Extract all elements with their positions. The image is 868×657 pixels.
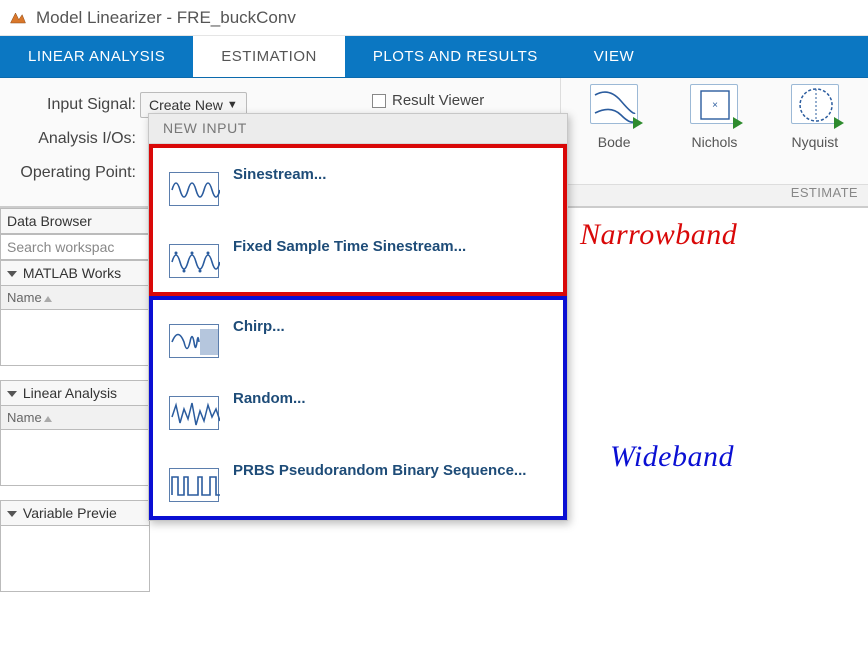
ws-table-body[interactable] [0, 310, 150, 366]
bode-label: Bode [598, 134, 631, 150]
nyquist-label: Nyquist [791, 134, 838, 150]
play-overlay-icon [633, 117, 643, 129]
left-panel-column: Data Browser Search workspac MATLAB Work… [0, 208, 150, 592]
menu-chirp-label: Chirp... [233, 318, 285, 335]
play-overlay-icon [834, 117, 844, 129]
menu-fixed-sinestream-label: Fixed Sample Time Sinestream... [233, 238, 466, 255]
menu-random-label: Random... [233, 390, 306, 407]
variable-preview-header[interactable]: Variable Previe [0, 500, 150, 526]
matlab-logo-icon [8, 8, 28, 28]
toolstrip-group-label: ESTIMATE [561, 184, 868, 206]
ws-name-column[interactable]: Name [0, 286, 150, 310]
la-name-column[interactable]: Name [0, 406, 150, 430]
data-browser-header[interactable]: Data Browser [0, 208, 150, 234]
operating-point-label: Operating Point: [0, 164, 140, 182]
nichols-label: Nichols [692, 134, 738, 150]
toolstrip-tabs: LINEAR ANALYSIS ESTIMATION PLOTS AND RES… [0, 36, 868, 78]
annot-narrowband: Narrowband [580, 218, 737, 252]
tab-plots-and-results[interactable]: PLOTS AND RESULTS [345, 36, 566, 77]
dropdown-group-narrowband: Sinestream... Fixed Sample Time Sinestre… [149, 144, 567, 296]
nyquist-icon [791, 84, 839, 124]
menu-prbs-label: PRBS Pseudorandom Binary Sequence... [233, 462, 526, 479]
menu-fixed-sinestream[interactable]: Fixed Sample Time Sinestream... [159, 222, 557, 294]
collapse-icon [7, 271, 17, 277]
create-new-label: Create New [149, 97, 223, 113]
menu-prbs[interactable]: PRBS Pseudorandom Binary Sequence... [159, 446, 557, 518]
tab-estimation[interactable]: ESTIMATION [193, 36, 345, 77]
collapse-icon [7, 511, 17, 517]
sort-asc-icon [44, 296, 52, 302]
tab-view[interactable]: VIEW [566, 36, 662, 77]
dropdown-header: NEW INPUT [149, 114, 567, 144]
prbs-icon [169, 468, 219, 502]
annot-wideband: Wideband [610, 440, 734, 474]
analysis-ios-label: Analysis I/Os: [0, 130, 140, 148]
collapse-icon [7, 391, 17, 397]
nyquist-button[interactable]: Nyquist [772, 84, 858, 150]
result-viewer-toggle[interactable]: Result Viewer [372, 92, 484, 109]
bode-button[interactable]: Bode [571, 84, 657, 150]
toolstrip-right: Bode × Nichols Nyquist ESTIMATE [560, 78, 868, 206]
nichols-button[interactable]: × Nichols [671, 84, 757, 150]
plot-buttons: Bode × Nichols Nyquist [561, 78, 868, 184]
input-signal-label: Input Signal: [0, 96, 140, 114]
sort-asc-icon [44, 416, 52, 422]
la-table-body[interactable] [0, 430, 150, 486]
vp-body[interactable] [0, 526, 150, 592]
menu-chirp[interactable]: Chirp... [159, 302, 557, 374]
dropdown-group-wideband: Chirp... Random... PRBS Pseudorandom Bin… [149, 296, 567, 520]
new-input-dropdown: NEW INPUT Sinestream... Fixed Sample Tim… [148, 113, 568, 521]
svg-text:×: × [713, 100, 719, 111]
caret-down-icon: ▼ [227, 99, 238, 111]
tab-linear-analysis[interactable]: LINEAR ANALYSIS [0, 36, 193, 77]
menu-sinestream-label: Sinestream... [233, 166, 326, 183]
bode-icon [590, 84, 638, 124]
window-titlebar: Model Linearizer - FRE_buckConv [0, 0, 868, 36]
matlab-workspace-header[interactable]: MATLAB Works [0, 260, 150, 286]
checkbox-icon [372, 94, 386, 108]
result-viewer-label: Result Viewer [392, 92, 484, 109]
menu-sinestream[interactable]: Sinestream... [159, 150, 557, 222]
window-title: Model Linearizer - FRE_buckConv [36, 8, 296, 28]
search-workspace-input[interactable]: Search workspac [0, 234, 150, 260]
chirp-icon [169, 324, 219, 358]
nichols-icon: × [690, 84, 738, 124]
fixed-sinestream-icon [169, 244, 219, 278]
play-overlay-icon [733, 117, 743, 129]
menu-random[interactable]: Random... [159, 374, 557, 446]
sinestream-icon [169, 172, 219, 206]
random-icon [169, 396, 219, 430]
linear-analysis-header[interactable]: Linear Analysis [0, 380, 150, 406]
